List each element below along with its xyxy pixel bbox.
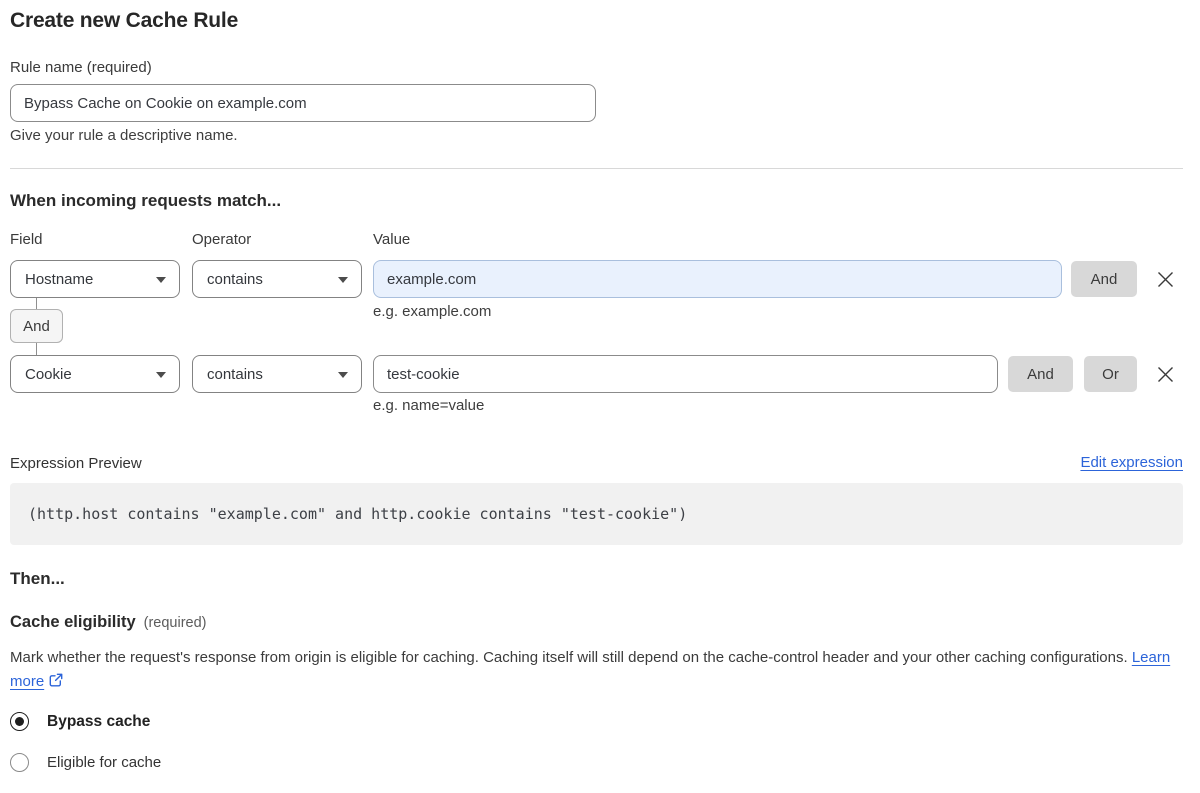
rule-name-input[interactable]: [10, 84, 596, 122]
or-button-row2[interactable]: Or: [1084, 356, 1137, 392]
external-link-icon: [48, 672, 64, 696]
value-column-label: Value: [373, 231, 411, 248]
chevron-down-icon: [338, 277, 348, 283]
field-select-row2[interactable]: Cookie: [10, 355, 180, 393]
radio-bypass-cache-label: Bypass cache: [47, 712, 151, 730]
section-divider: [10, 168, 1183, 169]
connector-line-top: [36, 298, 37, 309]
close-icon: [1157, 271, 1173, 287]
cache-eligibility-heading: Cache eligibility (required): [10, 613, 206, 632]
operator-column-label: Operator: [192, 231, 252, 248]
eligibility-description: Mark whether the request's response from…: [10, 646, 1175, 696]
connector-line-bottom: [36, 343, 37, 355]
page-title: Create new Cache Rule: [10, 9, 239, 32]
expression-preview-label: Expression Preview: [10, 455, 142, 472]
operator-select-row2[interactable]: contains: [192, 355, 362, 393]
edit-expression-link[interactable]: Edit expression: [1080, 454, 1183, 471]
chevron-down-icon: [156, 372, 166, 378]
value-helper-row2: e.g. name=value: [373, 397, 485, 414]
value-input-row1[interactable]: [373, 260, 1062, 298]
radio-bypass-cache[interactable]: Bypass cache: [10, 712, 150, 731]
close-icon: [1157, 366, 1173, 382]
then-heading: Then...: [10, 569, 65, 588]
create-cache-rule-page: Create new Cache Rule Rule name (require…: [0, 0, 1200, 793]
radio-button-icon[interactable]: [10, 712, 29, 731]
field-select-row1-value: Hostname: [25, 270, 94, 288]
value-helper-row1: e.g. example.com: [373, 303, 492, 320]
value-input-row2[interactable]: [373, 355, 998, 393]
expression-code-block: (http.host contains "example.com" and ht…: [10, 483, 1183, 545]
operator-select-row1-value: contains: [207, 270, 263, 288]
cache-eligibility-title: Cache eligibility: [10, 613, 136, 631]
operator-select-row2-value: contains: [207, 365, 263, 383]
eligibility-description-text: Mark whether the request's response from…: [10, 649, 1128, 666]
and-button-row2[interactable]: And: [1008, 356, 1073, 392]
remove-condition-row2-button[interactable]: [1153, 362, 1177, 386]
operator-select-row1[interactable]: contains: [192, 260, 362, 298]
and-connector-button[interactable]: And: [10, 309, 63, 343]
expression-code: (http.host contains "example.com" and ht…: [28, 505, 688, 523]
remove-condition-row1-button[interactable]: [1153, 267, 1177, 291]
chevron-down-icon: [338, 372, 348, 378]
match-heading: When incoming requests match...: [10, 191, 282, 210]
field-select-row1[interactable]: Hostname: [10, 260, 180, 298]
and-button-row1[interactable]: And: [1071, 261, 1137, 297]
chevron-down-icon: [156, 277, 166, 283]
radio-eligible-for-cache-label: Eligible for cache: [47, 754, 162, 771]
rule-name-label: Rule name (required): [10, 59, 152, 76]
radio-button-icon[interactable]: [10, 753, 29, 772]
required-note: (required): [143, 615, 207, 631]
rule-name-helper: Give your rule a descriptive name.: [10, 127, 238, 144]
radio-eligible-for-cache[interactable]: Eligible for cache: [10, 753, 161, 772]
field-column-label: Field: [10, 231, 43, 248]
field-select-row2-value: Cookie: [25, 365, 72, 383]
